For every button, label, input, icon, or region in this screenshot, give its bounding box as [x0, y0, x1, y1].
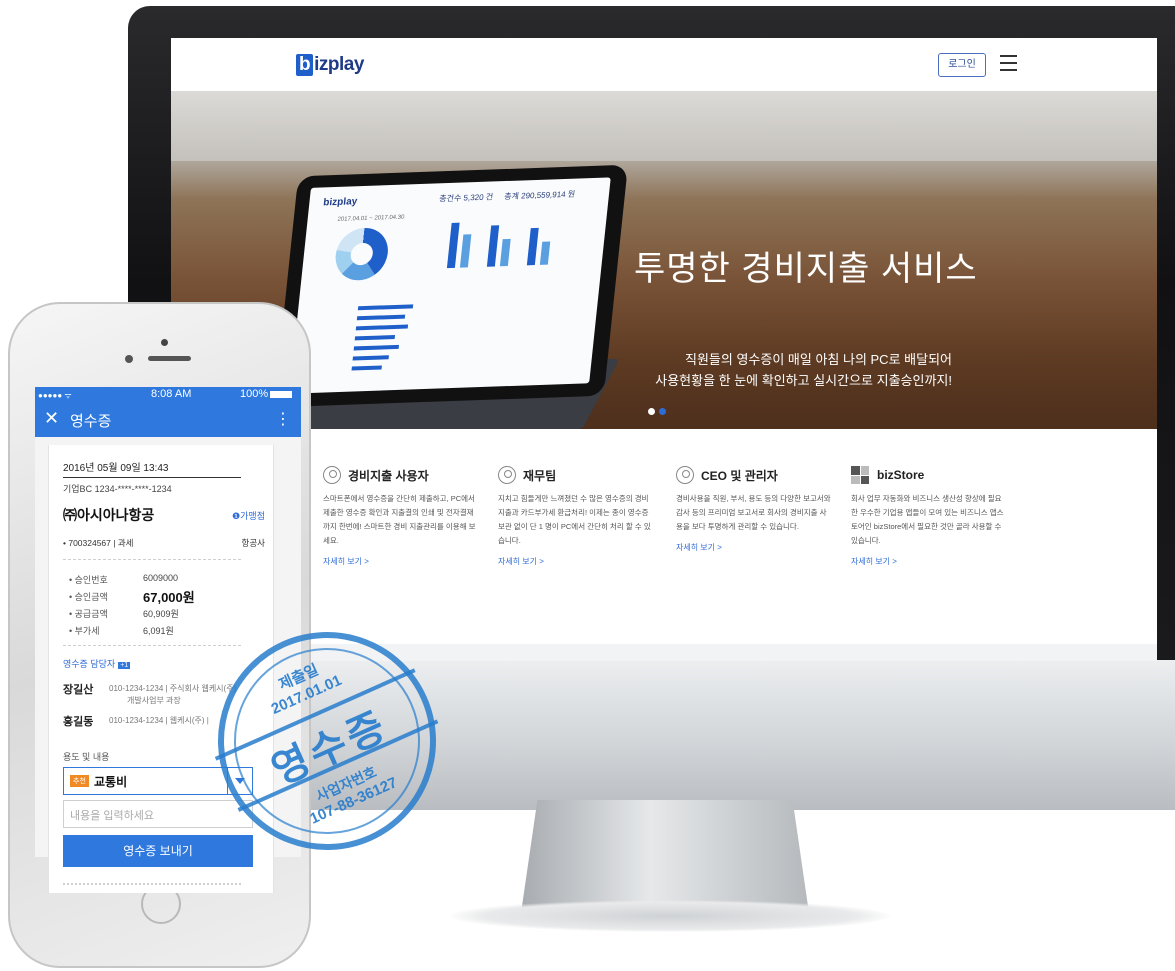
feature-expense-user: 경비지출 사용자 스마트폰에서 영수증을 간단히 제출하고, PC에서 제출한 … — [323, 465, 478, 567]
ceo-user-icon — [676, 466, 694, 484]
feature-more-link[interactable]: 자세히 보기 > — [851, 556, 1006, 567]
feature-ceo-admin: CEO 및 관리자 경비사용을 직원, 부서, 용도 등의 다양한 보고서와 감… — [676, 465, 831, 553]
tablet-logo: bizplay — [322, 196, 358, 209]
earpiece-speaker — [148, 356, 191, 361]
hero-title: 투명한 경비지출 서비스 — [634, 250, 978, 288]
approval-no-label: • 승인번호 — [69, 575, 108, 585]
feature-title: 경비지출 사용자 — [348, 468, 429, 483]
feature-finance-team: 재무팀 지치고 힘들게만 느껴졌던 수 많은 영수증의 경비지출과 카드부가세 … — [498, 465, 653, 567]
supply-amount-value: 60,909원 — [143, 609, 179, 619]
logo-mark-icon: b — [296, 54, 314, 76]
app-bar: ✕ 영수증 ⋮ — [35, 402, 301, 437]
info-icon: ❶ — [232, 511, 241, 521]
receipt-biz-no: • 700324567 | 과세 — [63, 538, 134, 548]
feature-desc: 경비사용을 직원, 부서, 용도 등의 다양한 보고서와 감사 등의 프리미엄 … — [676, 494, 831, 531]
receipt-manager-label: 영수증 담당자 +1 — [63, 659, 131, 669]
login-button[interactable]: 로그인 — [938, 53, 986, 77]
signal-icon: ●●●●● ᯤ — [38, 391, 72, 400]
user-icon — [323, 466, 341, 484]
tablet-donut-chart — [333, 227, 391, 282]
monitor-stand-base — [450, 900, 890, 932]
monitor-screen: b izplay 로그인 bizplay 총건수 5,320 건 총계 290,5… — [171, 38, 1157, 661]
finance-user-icon — [498, 466, 516, 484]
app-title: 영수증 — [70, 413, 112, 430]
close-icon[interactable]: ✕ — [44, 408, 59, 429]
approval-no-value: 6009000 — [143, 573, 179, 583]
features-section: 경비지출 사용자 스마트폰에서 영수증을 간단히 제출하고, PC에서 제출한 … — [171, 429, 1157, 644]
merchant-info-link[interactable]: ❶가맹점 — [232, 509, 265, 522]
feature-desc: 지치고 힘들게만 느껴졌던 수 많은 영수증의 경비지출과 카드부가세 환급처리… — [498, 494, 651, 545]
store-grid-icon — [851, 466, 869, 484]
receipt-divider — [63, 477, 241, 478]
status-bar: ●●●●● ᯤ 8:08 AM 100% — [35, 387, 301, 402]
site-logo[interactable]: b izplay — [296, 54, 364, 76]
tablet-stat-total: 총계 290,559,914 원 — [503, 189, 576, 202]
tablet-dashboard: bizplay 총건수 5,320 건 총계 290,559,914 원 201… — [289, 177, 611, 394]
feature-more-link[interactable]: 자세히 보기 > — [323, 556, 478, 567]
logo-text: izplay — [314, 54, 364, 75]
carousel-dots — [648, 402, 670, 420]
recommend-badge: 추천 — [70, 775, 89, 787]
carousel-dot-1[interactable] — [648, 408, 655, 415]
supply-amount-label: • 공급금액 — [69, 609, 108, 619]
hero-subtitle-line1: 직원들의 영수증이 매일 아침 나의 PC로 배달되어 — [685, 352, 952, 367]
carousel-dot-2[interactable] — [659, 408, 666, 415]
feature-title: bizStore — [877, 468, 925, 482]
receipt-category: 항공사 — [241, 538, 265, 548]
battery-icon — [270, 391, 292, 398]
receipt-dash-divider — [63, 559, 241, 560]
approval-amount-label: • 승인금액 — [69, 592, 108, 602]
vat-label: • 부가세 — [69, 626, 100, 636]
site-header: b izplay 로그인 — [171, 38, 1157, 91]
hero-subtitle: 직원들의 영수증이 매일 아침 나의 PC로 배달되어 사용현황을 한 눈에 확… — [655, 349, 952, 391]
hamburger-menu-icon[interactable] — [1000, 55, 1017, 71]
hero-wall — [171, 91, 1157, 161]
tablet-image: bizplay 총건수 5,320 건 총계 290,559,914 원 201… — [273, 164, 629, 408]
feature-title: 재무팀 — [523, 468, 557, 483]
receipt-card-number: 기업BC 1234-****-****-1234 — [63, 484, 172, 494]
send-receipt-button[interactable]: 영수증 보내기 — [63, 835, 253, 867]
receipt-dash-divider — [63, 645, 241, 646]
feature-title: CEO 및 관리자 — [701, 468, 778, 483]
receipt-torn-edge — [63, 883, 241, 885]
feature-bizstore: bizStore 회사 업무 자동화와 비즈니스 생산성 향상에 필요한 우수한… — [851, 465, 1006, 567]
feature-desc: 회사 업무 자동화와 비즈니스 생산성 향상에 필요한 우수한 기업용 앱들이 … — [851, 494, 1004, 545]
status-time: 8:08 AM — [151, 388, 192, 400]
purpose-value: 교통비 — [94, 775, 128, 789]
status-battery: 100% — [240, 388, 269, 400]
proximity-sensor-icon — [125, 355, 133, 363]
feature-desc: 스마트폰에서 영수증을 간단히 제출하고, PC에서 제출한 영수증 확인과 지… — [323, 494, 476, 545]
manager-detail: 010-1234-1234 | 주식회사 웹케시(주) — [109, 684, 237, 693]
manager-detail: 010-1234-1234 | 웹케시(주) | — [109, 716, 209, 725]
content-input[interactable]: 내용을 입력하세요 — [63, 800, 253, 828]
purpose-label: 용도 및 내용 — [63, 752, 110, 762]
approval-amount-value: 67,000원 — [143, 590, 195, 605]
tablet-bar-chart — [311, 177, 611, 371]
add-manager-icon[interactable]: +1 — [118, 662, 131, 669]
tablet-stat-count: 총건수 5,320 건 — [438, 192, 494, 204]
tablet-date-range: 2017.04.01 ~ 2017.04.30 — [337, 214, 405, 223]
receipt-merchant: ㈜아시아나항공 — [63, 507, 155, 523]
hero-banner: bizplay 총건수 5,320 건 총계 290,559,914 원 201… — [171, 91, 1157, 429]
receipt-card: 2016년 05월 09일 13:43 기업BC 1234-****-****-… — [48, 445, 274, 893]
feature-more-link[interactable]: 자세히 보기 > — [676, 542, 831, 553]
manager-name: 홍길동 — [63, 716, 94, 728]
vat-value: 6,091원 — [143, 626, 174, 636]
manager-name: 장길산 — [63, 684, 94, 696]
feature-more-link[interactable]: 자세히 보기 > — [498, 556, 653, 567]
manager-dept: 개발사업부 과장 — [127, 696, 181, 705]
front-camera-icon — [161, 339, 168, 346]
more-vert-icon[interactable]: ⋮ — [275, 409, 291, 429]
hero-subtitle-line2: 사용현황을 한 눈에 확인하고 실시간으로 지출승인까지! — [655, 373, 952, 388]
receipt-datetime: 2016년 05월 09일 13:43 — [63, 463, 169, 474]
